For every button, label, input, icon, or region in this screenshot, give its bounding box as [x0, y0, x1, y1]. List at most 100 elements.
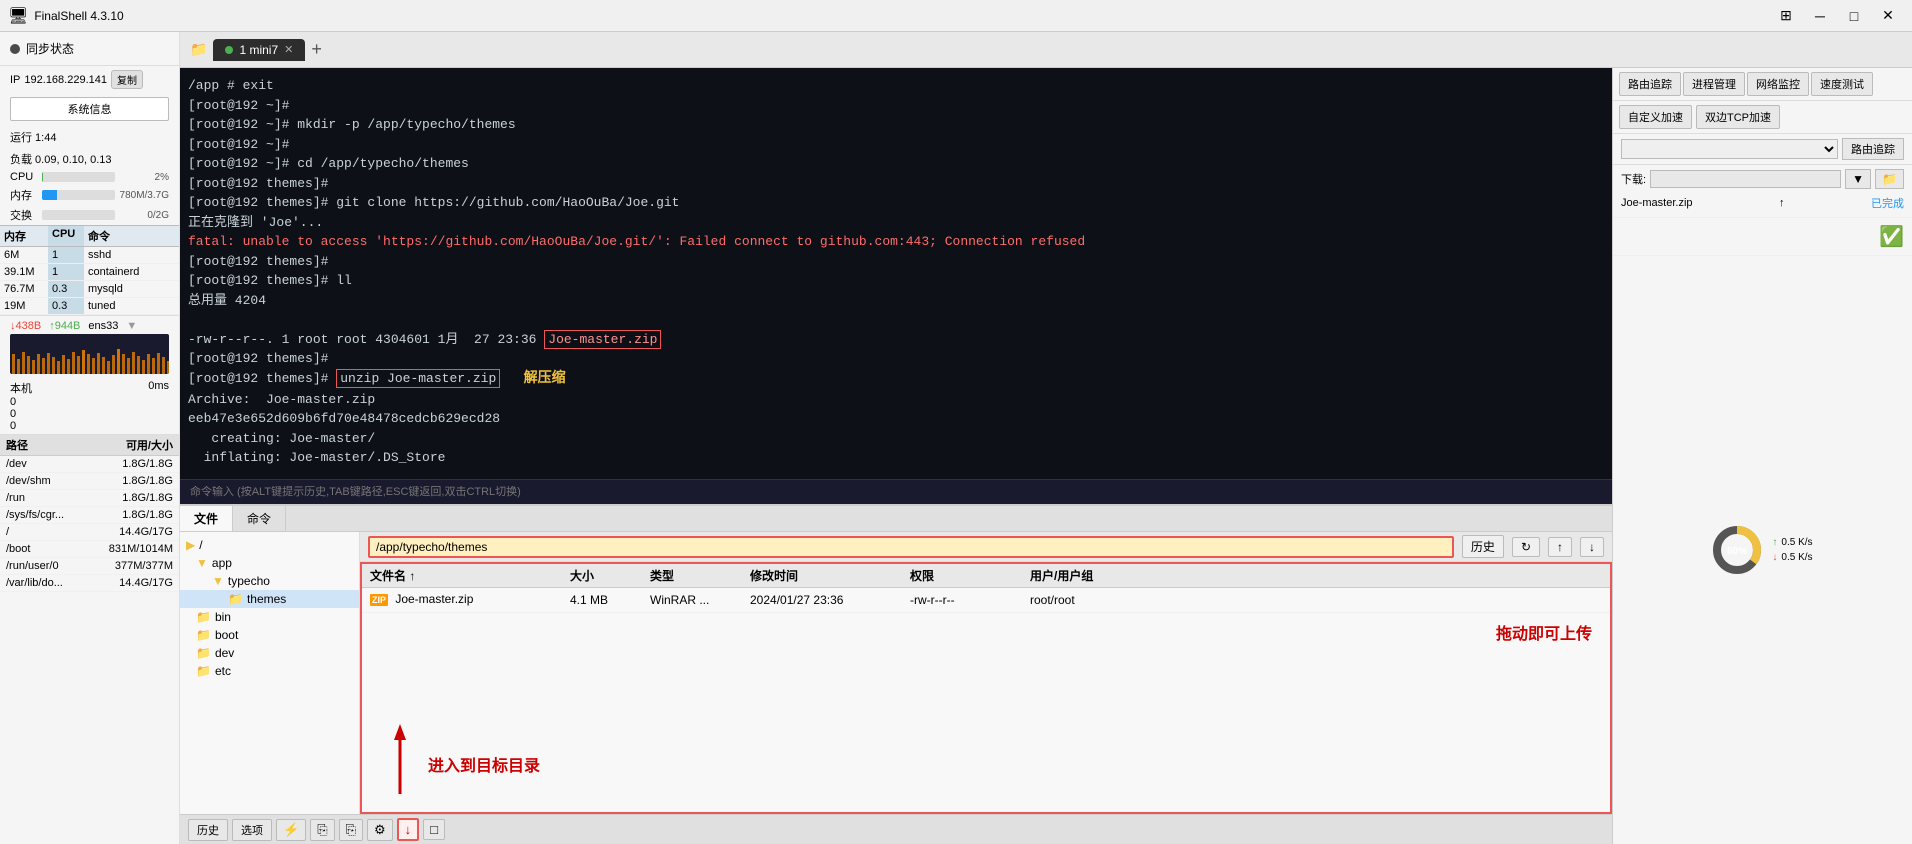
- ftree-dev[interactable]: 📁 dev: [180, 644, 359, 662]
- col-size-header[interactable]: 大小: [562, 567, 642, 584]
- file-main: ▶ / ▼ app ▼ typecho: [180, 532, 1612, 814]
- file-owner-cell: root/root: [1022, 593, 1142, 607]
- download-btn[interactable]: ↓: [1580, 537, 1604, 557]
- net-monitor-btn[interactable]: 网络监控: [1747, 72, 1809, 96]
- route-trace-btn[interactable]: 路由追踪: [1619, 72, 1681, 96]
- col-perm-header[interactable]: 权限: [902, 567, 1022, 584]
- copy-btn[interactable]: ⎘: [310, 819, 334, 841]
- tab-close-icon[interactable]: ✕: [284, 43, 293, 56]
- net-chart-svg: [10, 334, 169, 374]
- svg-text:60%: 60%: [1727, 546, 1747, 557]
- file-mtime-cell: 2024/01/27 23:36: [742, 593, 902, 607]
- download-toolbar-btn[interactable]: ↓: [397, 818, 420, 841]
- close-btn[interactable]: ✕: [1872, 2, 1904, 30]
- ftree-app[interactable]: ▼ app: [180, 554, 359, 572]
- net-up: ↑944B: [49, 320, 80, 332]
- route-dropdown[interactable]: [1621, 139, 1838, 159]
- file-row[interactable]: ZIP Joe-master.zip 4.1 MB WinRAR ... 202…: [362, 588, 1610, 613]
- annotation-enter: 进入到目标目录: [380, 724, 540, 804]
- ftree-root[interactable]: ▶ /: [180, 536, 359, 554]
- tab-commands[interactable]: 命令: [233, 506, 286, 531]
- cpu-progress-fill: [42, 172, 43, 182]
- tab-mini7[interactable]: 1 mini7 ✕: [213, 39, 305, 61]
- col-mtime-header[interactable]: 修改时间: [742, 567, 902, 584]
- proc-cmd-1: containerd: [84, 264, 179, 280]
- net-speeds: ↓438B ↑944B ens33 ▼: [10, 320, 169, 332]
- proc-row: 19M 0.3 tuned: [0, 298, 179, 315]
- upload-btn[interactable]: ↑: [1548, 537, 1572, 557]
- ftree-typecho[interactable]: ▼ typecho: [180, 572, 359, 590]
- dl-folder-btn[interactable]: 📁: [1875, 169, 1904, 189]
- minimize-btn[interactable]: ─: [1804, 2, 1836, 30]
- dl-file-row: Joe-master.zip ↑ 已完成: [1621, 193, 1904, 213]
- options-toolbar-btn[interactable]: 选项: [232, 819, 272, 841]
- disk-row: /dev 1.8G/1.8G: [0, 456, 179, 473]
- proc-col-mem-header[interactable]: 内存: [0, 226, 48, 246]
- speed-test-btn[interactable]: 速度测试: [1811, 72, 1873, 96]
- status-dot: [10, 44, 20, 54]
- copy-ip-button[interactable]: 复制: [111, 70, 143, 89]
- terminal[interactable]: /app # exit [root@192 ~]# [root@192 ~]# …: [180, 68, 1612, 479]
- upload-annotation: 拖动即可上传: [1496, 620, 1592, 644]
- term-line: [root@192 ~]#: [188, 135, 1604, 155]
- sync-status-label: 同步状态: [26, 40, 74, 57]
- arrow-svg: [380, 724, 420, 804]
- route-trace-action-btn[interactable]: 路由追踪: [1842, 138, 1904, 160]
- disk-row: /run/user/0 377M/377M: [0, 558, 179, 575]
- proc-mem-2: 76.7M: [0, 281, 48, 297]
- maximize-btn[interactable]: □: [1838, 2, 1870, 30]
- term-line: inflating: Joe-master/.DS_Store: [188, 448, 1604, 468]
- lightning-btn[interactable]: ⚡: [276, 819, 306, 841]
- app-title: FinalShell 4.3.10: [34, 9, 123, 23]
- sysinfo-button[interactable]: 系统信息: [10, 97, 169, 121]
- proc-col-cpu-header[interactable]: CPU: [48, 226, 84, 246]
- disk-row: /boot 831M/1014M: [0, 541, 179, 558]
- cmd-input[interactable]: [190, 486, 1602, 498]
- tab-add-button[interactable]: +: [311, 39, 322, 60]
- history-btn[interactable]: 历史: [1462, 535, 1504, 558]
- col-name-header[interactable]: 文件名 ↑: [362, 567, 562, 584]
- tab-files[interactable]: 文件: [180, 506, 233, 531]
- folder-icon[interactable]: 📁: [190, 41, 207, 58]
- col-type-header[interactable]: 类型: [642, 567, 742, 584]
- zip-file-icon: ZIP: [370, 591, 388, 609]
- dl-arrow-btn[interactable]: ▼: [1845, 169, 1871, 189]
- dl-filename: Joe-master.zip: [1621, 197, 1693, 209]
- file-tabs: 文件 命令: [180, 506, 1612, 532]
- settings-btn[interactable]: ⚙: [367, 819, 393, 841]
- term-line: [root@192 ~]# cd /app/typecho/themes: [188, 154, 1604, 174]
- titlebar-right: ⊞ ─ □ ✕: [1770, 2, 1904, 30]
- col-owner-header[interactable]: 用户/用户组: [1022, 567, 1142, 584]
- file-size-cell: 4.1 MB: [562, 593, 642, 607]
- net-down: ↓438B: [10, 320, 41, 332]
- ftree-boot-label: boot: [215, 628, 238, 642]
- refresh-btn[interactable]: ↻: [1512, 537, 1540, 557]
- ftree-themes[interactable]: 📁 themes: [180, 590, 359, 608]
- folder-icon: ▼: [196, 556, 208, 570]
- ip-row: IP 192.168.229.141 复制: [0, 66, 179, 93]
- cpu-value: 2%: [119, 172, 169, 183]
- file-path-input[interactable]: [368, 536, 1454, 558]
- ftree-bin-label: bin: [215, 610, 231, 624]
- dl-url-input[interactable]: [1650, 170, 1841, 188]
- file-name-cell: ZIP Joe-master.zip: [362, 591, 562, 609]
- custom-accel-btn[interactable]: 自定义加速: [1619, 105, 1692, 129]
- process-mgmt-btn[interactable]: 进程管理: [1683, 72, 1745, 96]
- tab-status-dot: [225, 46, 233, 54]
- window-btn[interactable]: □: [423, 819, 445, 840]
- bilateral-tcp-btn[interactable]: 双边TCP加速: [1696, 105, 1780, 129]
- history-toolbar-btn[interactable]: 历史: [188, 819, 228, 841]
- term-bottom-toolbar: 历史 选项 ⚡ ⎘ ⎘ ⚙ ↓ □: [180, 814, 1612, 844]
- latency-row-1: 0: [10, 396, 169, 408]
- ftree-bin[interactable]: 📁 bin: [180, 608, 359, 626]
- ftree-boot[interactable]: 📁 boot: [180, 626, 359, 644]
- folder-icon: 📁: [228, 592, 243, 606]
- cpu-progress-bar: [42, 172, 115, 182]
- grid-view-btn[interactable]: ⊞: [1770, 2, 1802, 30]
- folder-icon: 📁: [196, 646, 211, 660]
- file-path-bar: 历史 ↻ ↑ ↓: [360, 532, 1612, 562]
- titlebar: 🖥 FinalShell 4.3.10 ⊞ ─ □ ✕: [0, 0, 1912, 32]
- ftree-root-label: /: [199, 538, 202, 552]
- paste-btn[interactable]: ⎘: [339, 819, 363, 841]
- ftree-etc[interactable]: 📁 etc: [180, 662, 359, 680]
